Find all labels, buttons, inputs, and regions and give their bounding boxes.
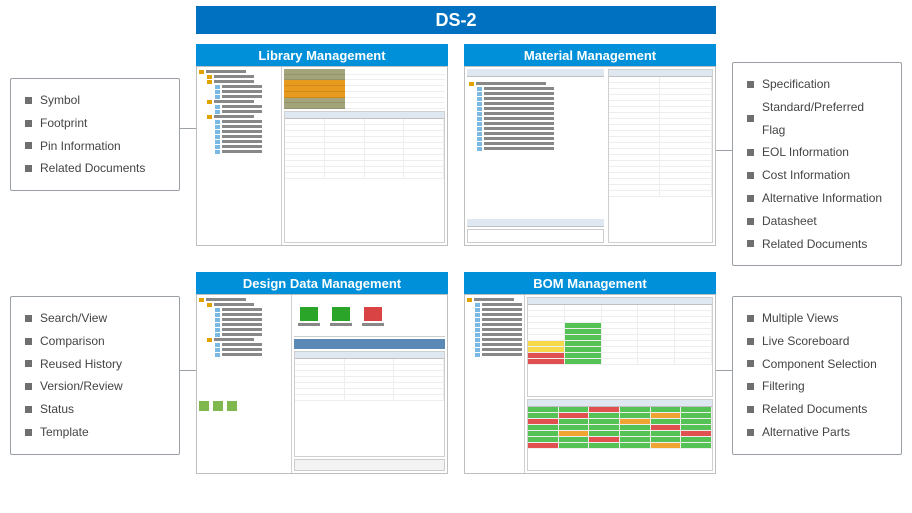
connector-line: [716, 150, 732, 151]
panel-material-header: Material Management: [464, 44, 716, 66]
callout-item: EOL Information: [747, 141, 889, 164]
callout-bom: Multiple Views Live Scoreboard Component…: [732, 296, 902, 455]
callout-library: Symbol Footprint Pin Information Related…: [10, 78, 180, 191]
callout-item: Specification: [747, 73, 889, 96]
callout-item: Search/View: [25, 307, 167, 330]
panel-library-header: Library Management: [196, 44, 448, 66]
panel-bom-screenshot: [464, 294, 716, 474]
callout-item: Reused History: [25, 353, 167, 376]
panel-bom-header: BOM Management: [464, 272, 716, 294]
callout-item: Filtering: [747, 375, 889, 398]
callout-item: Component Selection: [747, 353, 889, 376]
callout-item: Alternative Information: [747, 187, 889, 210]
panel-design-header: Design Data Management: [196, 272, 448, 294]
callout-item: Related Documents: [747, 233, 889, 256]
callout-design: Search/View Comparison Reused History Ve…: [10, 296, 180, 455]
panel-library-screenshot: [196, 66, 448, 246]
product-title: DS-2: [196, 6, 716, 34]
callout-item: Comparison: [25, 330, 167, 353]
callout-item: Template: [25, 421, 167, 444]
panel-bom: BOM Management: [464, 272, 716, 474]
connector-line: [180, 370, 196, 371]
callout-item: Version/Review: [25, 375, 167, 398]
callout-item: Pin Information: [25, 135, 167, 158]
connector-line: [716, 370, 732, 371]
callout-material: Specification Standard/Preferred Flag EO…: [732, 62, 902, 266]
panel-design: Design Data Management: [196, 272, 448, 474]
panel-material-screenshot: [464, 66, 716, 246]
callout-item: Multiple Views: [747, 307, 889, 330]
callout-item: Standard/Preferred Flag: [747, 96, 889, 142]
panel-library: Library Management: [196, 44, 448, 246]
callout-item: Symbol: [25, 89, 167, 112]
callout-item: Related Documents: [747, 398, 889, 421]
callout-item: Cost Information: [747, 164, 889, 187]
panel-material: Material Management: [464, 44, 716, 246]
connector-line: [180, 128, 196, 129]
callout-item: Status: [25, 398, 167, 421]
callout-item: Alternative Parts: [747, 421, 889, 444]
callout-item: Footprint: [25, 112, 167, 135]
callout-item: Datasheet: [747, 210, 889, 233]
callout-item: Live Scoreboard: [747, 330, 889, 353]
panel-design-screenshot: [196, 294, 448, 474]
callout-item: Related Documents: [25, 157, 167, 180]
